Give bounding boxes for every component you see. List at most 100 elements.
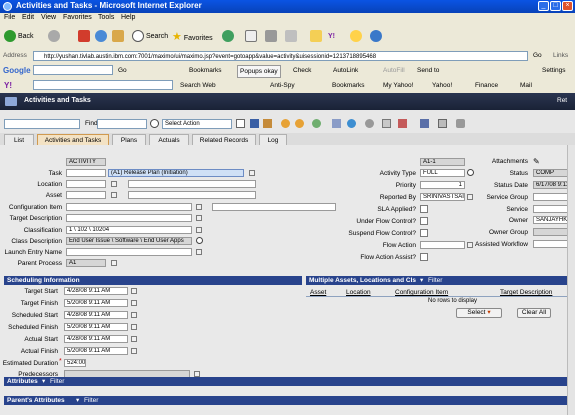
popups-okay-button[interactable]: Popups okay xyxy=(237,65,281,78)
target-description-icon[interactable] xyxy=(196,215,202,221)
google-search-input[interactable] xyxy=(33,65,113,75)
address-input[interactable]: http://yushan.tivlab.austin.ibm.com:7001… xyxy=(33,51,528,61)
links-label[interactable]: Links xyxy=(553,50,568,61)
list-icon[interactable] xyxy=(438,119,447,128)
previous-arrow-icon[interactable] xyxy=(281,119,290,128)
anti-spy-button[interactable]: Anti-Spy xyxy=(270,80,295,91)
task-description-field[interactable]: (A1) Release Plan (Initiation) xyxy=(108,169,244,177)
config-item-description-field[interactable] xyxy=(212,203,336,211)
parent-process-detail-icon[interactable] xyxy=(111,260,117,266)
yahoo-bookmarks-button[interactable]: Bookmarks xyxy=(332,80,365,91)
edit-button[interactable] xyxy=(285,30,297,44)
scheduled-start-calendar-icon[interactable] xyxy=(131,312,137,318)
multi-assets-section-header[interactable]: Multiple Assets, Locations and CIs ▾ Fil… xyxy=(306,276,572,285)
long-description-icon[interactable] xyxy=(249,170,255,176)
copy-icon[interactable] xyxy=(382,119,391,128)
find-input[interactable] xyxy=(97,119,147,129)
maximize-button[interactable]: □ xyxy=(550,1,561,11)
send-to-button[interactable]: Send to xyxy=(417,65,439,76)
location-detail-icon[interactable] xyxy=(111,181,117,187)
autolink-button[interactable]: AutoLink xyxy=(333,65,358,76)
save-icon[interactable] xyxy=(250,119,259,128)
scheduled-finish-calendar-icon[interactable] xyxy=(131,324,137,330)
vertical-scrollbar[interactable] xyxy=(567,145,575,415)
clear-all-button[interactable]: Clear All xyxy=(517,308,551,318)
target-finish-calendar-icon[interactable] xyxy=(131,300,137,306)
multi-assets-filter-icon[interactable]: ▾ xyxy=(420,276,423,285)
suspend-flow-checkbox[interactable] xyxy=(420,229,428,237)
google-go-button[interactable]: Go xyxy=(118,65,127,76)
find-icon[interactable] xyxy=(150,119,159,128)
tab-actuals[interactable]: Actuals xyxy=(149,134,189,145)
globe-icon[interactable] xyxy=(347,119,356,128)
print-button[interactable] xyxy=(265,30,277,44)
tab-plans[interactable]: Plans xyxy=(112,134,146,145)
clip-icon[interactable] xyxy=(365,119,374,128)
back-button[interactable]: Back xyxy=(4,30,34,44)
launch-entry-field[interactable] xyxy=(66,248,192,256)
tab-related-records[interactable]: Related Records xyxy=(192,134,256,145)
priority-field[interactable]: 1 xyxy=(420,181,465,189)
flow-action-assist-checkbox[interactable] xyxy=(420,253,428,261)
under-flow-checkbox[interactable] xyxy=(420,217,428,225)
reported-by-field[interactable]: SRINIVASTSAI xyxy=(420,193,465,201)
mail-button[interactable] xyxy=(245,30,257,44)
column-asset[interactable]: Asset xyxy=(310,289,326,296)
parent-attributes-section-header[interactable]: Parent's Attributes ▾ Filter xyxy=(4,396,572,405)
menu-file[interactable]: File xyxy=(4,14,15,21)
close-button[interactable]: × xyxy=(562,1,573,11)
location-field[interactable] xyxy=(66,180,106,188)
attributes-section-header[interactable]: Attributes ▾ Filter xyxy=(4,377,572,386)
actual-finish-field[interactable]: 5/20/08 9:11 AM xyxy=(64,347,128,355)
folder-button[interactable] xyxy=(310,30,322,44)
attachments-icon[interactable]: ✎ xyxy=(533,157,540,166)
parent-attributes-filter-icon[interactable]: ▾ xyxy=(76,396,79,405)
actual-start-field[interactable]: 4/28/08 9:11 AM xyxy=(64,335,128,343)
stop-button[interactable] xyxy=(78,30,90,44)
parent-attributes-filter-label[interactable]: Filter xyxy=(84,396,98,405)
config-item-field[interactable] xyxy=(66,203,192,211)
asset-field[interactable] xyxy=(66,191,106,199)
config-item-detail-icon[interactable] xyxy=(196,204,202,210)
flow-action-field[interactable] xyxy=(420,241,465,249)
asset-detail-icon[interactable] xyxy=(111,192,117,198)
column-target-description[interactable]: Target Description xyxy=(500,289,552,296)
location-description-field[interactable] xyxy=(128,180,256,188)
attributes-filter-label[interactable]: Filter xyxy=(50,377,64,386)
minimize-button[interactable]: _ xyxy=(538,1,549,11)
activity-type-search-icon[interactable] xyxy=(467,169,474,176)
target-start-field[interactable]: 4/28/08 9:11 AM xyxy=(64,287,128,295)
scheduled-start-field[interactable]: 4/28/08 9:11 AM xyxy=(64,311,128,319)
filter-icon[interactable] xyxy=(420,119,429,128)
return-link[interactable]: Ret xyxy=(557,97,567,104)
scheduled-finish-field[interactable]: 5/20/08 9:11 AM xyxy=(64,323,128,331)
target-start-calendar-icon[interactable] xyxy=(131,288,137,294)
classification-field[interactable]: 1 \ 102 \ 10204 xyxy=(66,226,192,234)
mail-link[interactable]: Mail xyxy=(520,80,532,91)
scheduling-section-header[interactable]: Scheduling Information xyxy=(4,276,302,285)
delete-icon[interactable] xyxy=(398,119,407,128)
home-button[interactable] xyxy=(112,30,124,44)
select-action-dropdown[interactable]: Select Action xyxy=(162,119,232,129)
search-button[interactable]: Search xyxy=(132,30,168,44)
research-button[interactable] xyxy=(370,30,382,44)
target-description-field[interactable] xyxy=(66,214,192,222)
new-record-icon[interactable] xyxy=(236,119,245,128)
menu-edit[interactable]: Edit xyxy=(22,14,34,21)
people-icon[interactable] xyxy=(332,119,341,128)
column-configuration-item[interactable]: Configuration Item xyxy=(395,289,448,296)
print-icon[interactable] xyxy=(456,119,465,128)
target-finish-field[interactable]: 5/20/08 9:11 AM xyxy=(64,299,128,307)
history-button[interactable] xyxy=(222,30,234,44)
menu-view[interactable]: View xyxy=(41,14,56,21)
my-yahoo-button[interactable]: My Yahoo! xyxy=(383,80,413,91)
yahoo-search-input[interactable] xyxy=(33,80,173,90)
next-arrow-icon[interactable] xyxy=(295,119,304,128)
yahoo-button[interactable]: Yahoo! xyxy=(432,80,452,91)
favorites-button[interactable]: ★ Favorites xyxy=(172,30,213,44)
settings-button[interactable]: Settings xyxy=(542,65,566,76)
check-button[interactable]: Check xyxy=(293,65,311,76)
menu-tools[interactable]: Tools xyxy=(98,14,114,21)
launch-entry-detail-icon[interactable] xyxy=(196,249,202,255)
classification-detail-icon[interactable] xyxy=(196,227,202,233)
